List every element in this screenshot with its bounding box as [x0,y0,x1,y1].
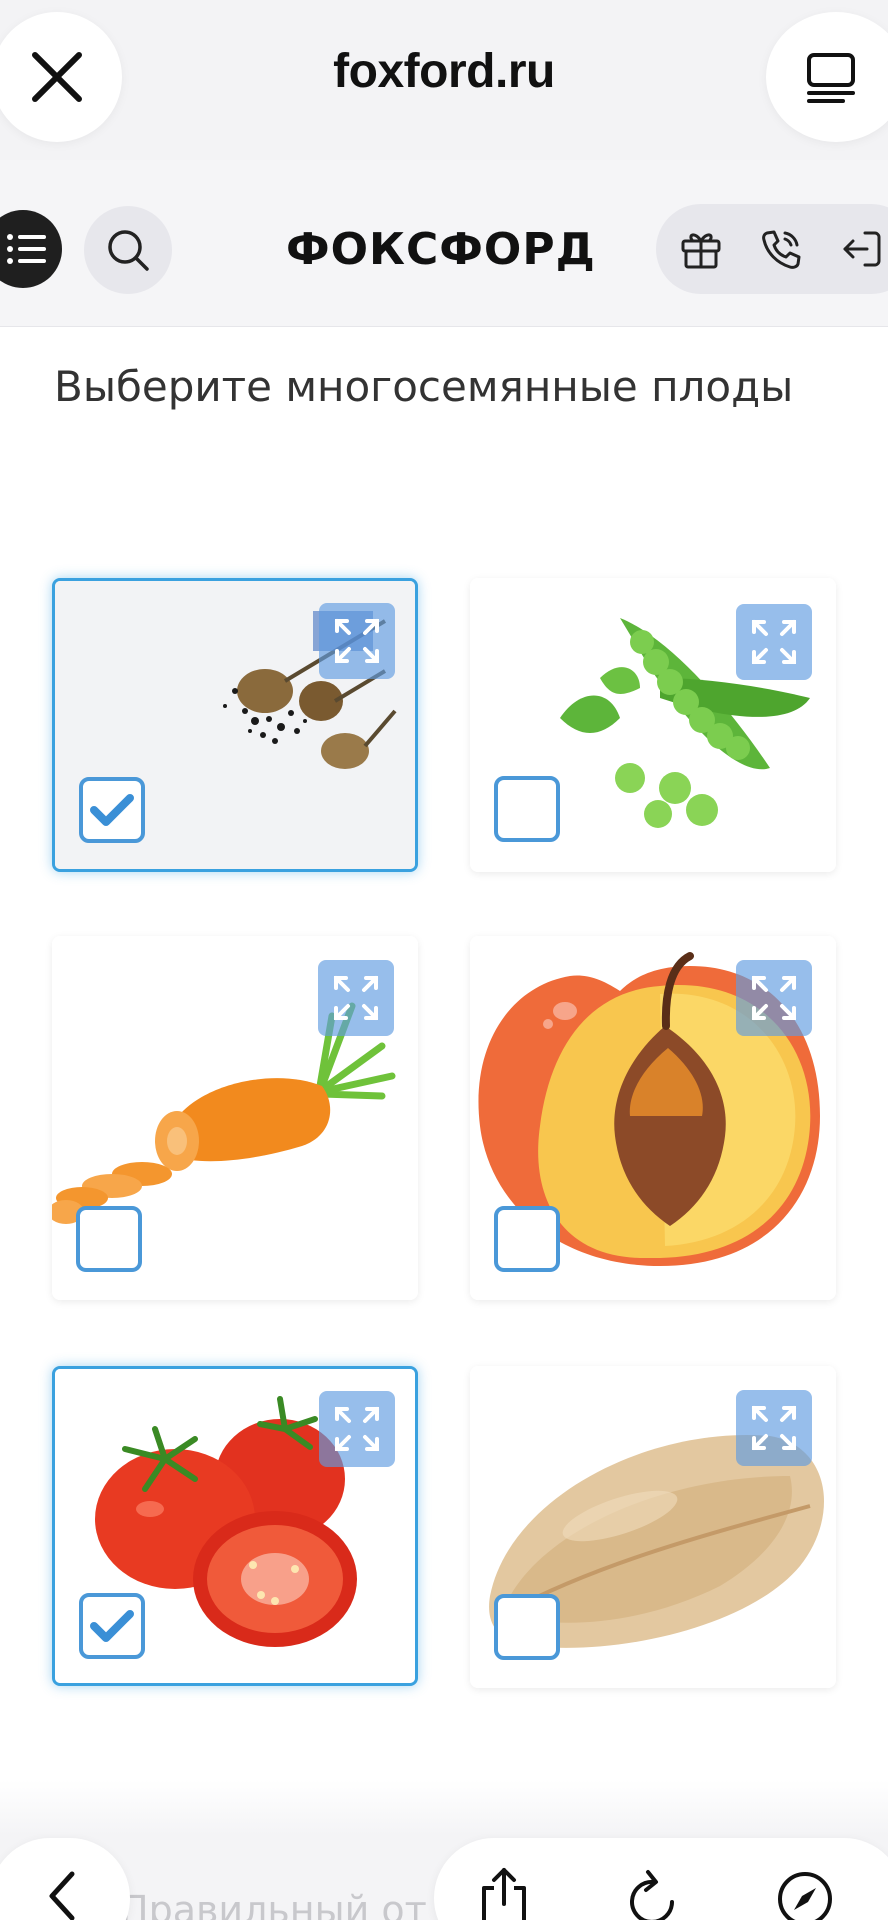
compass-icon[interactable] [776,1870,834,1920]
expand-icon [335,619,379,663]
option-card-5[interactable] [52,1366,418,1686]
back-icon [49,1871,75,1920]
expand-button[interactable] [736,960,812,1036]
tabs-button[interactable] [766,12,888,142]
phone-button[interactable] [758,226,804,272]
option-card-6[interactable] [470,1366,836,1688]
expand-button[interactable] [736,1390,812,1466]
option-card-4[interactable] [470,936,836,1300]
browser-actions [434,1838,888,1920]
list-icon [7,234,46,264]
menu-button[interactable] [0,210,62,288]
option-checkbox-1[interactable] [79,777,145,843]
expand-button[interactable] [318,960,394,1036]
site-logo[interactable]: ФОКСФОРД [286,224,596,275]
option-checkbox-4[interactable] [494,1206,560,1272]
gift-button[interactable] [678,226,724,272]
option-card-3[interactable] [52,936,418,1300]
answer-button-peek[interactable]: Правильный от [120,1888,427,1920]
login-icon [843,231,881,267]
expand-icon [752,976,796,1020]
option-checkbox-6[interactable] [494,1594,560,1660]
expand-icon [752,1406,796,1450]
site-header: ФОКСФОРД [0,160,888,327]
option-checkbox-2[interactable] [494,776,560,842]
share-icon[interactable] [478,1866,530,1920]
login-button[interactable] [838,226,884,272]
question-prompt: Выберите многосемянные плоды [54,362,794,411]
option-card-2[interactable] [470,578,836,872]
url-address[interactable]: foxford.ru [0,44,888,99]
expand-button[interactable] [319,1391,395,1467]
option-card-1[interactable] [52,578,418,872]
search-icon [108,230,149,271]
reload-icon[interactable] [626,1868,682,1920]
header-actions [656,204,888,294]
browser-top-bar: foxford.ru [0,0,888,160]
expand-button[interactable] [319,603,395,679]
tabs-icon [807,53,855,103]
option-checkbox-5[interactable] [79,1593,145,1659]
gift-icon [681,233,721,269]
expand-button[interactable] [736,604,812,680]
check-icon [90,794,134,826]
check-icon [90,1610,134,1642]
expand-icon [334,976,378,1020]
expand-icon [752,620,796,664]
expand-icon [335,1407,379,1451]
search-button[interactable] [84,206,172,294]
option-checkbox-3[interactable] [76,1206,142,1272]
phone-icon [762,230,801,269]
